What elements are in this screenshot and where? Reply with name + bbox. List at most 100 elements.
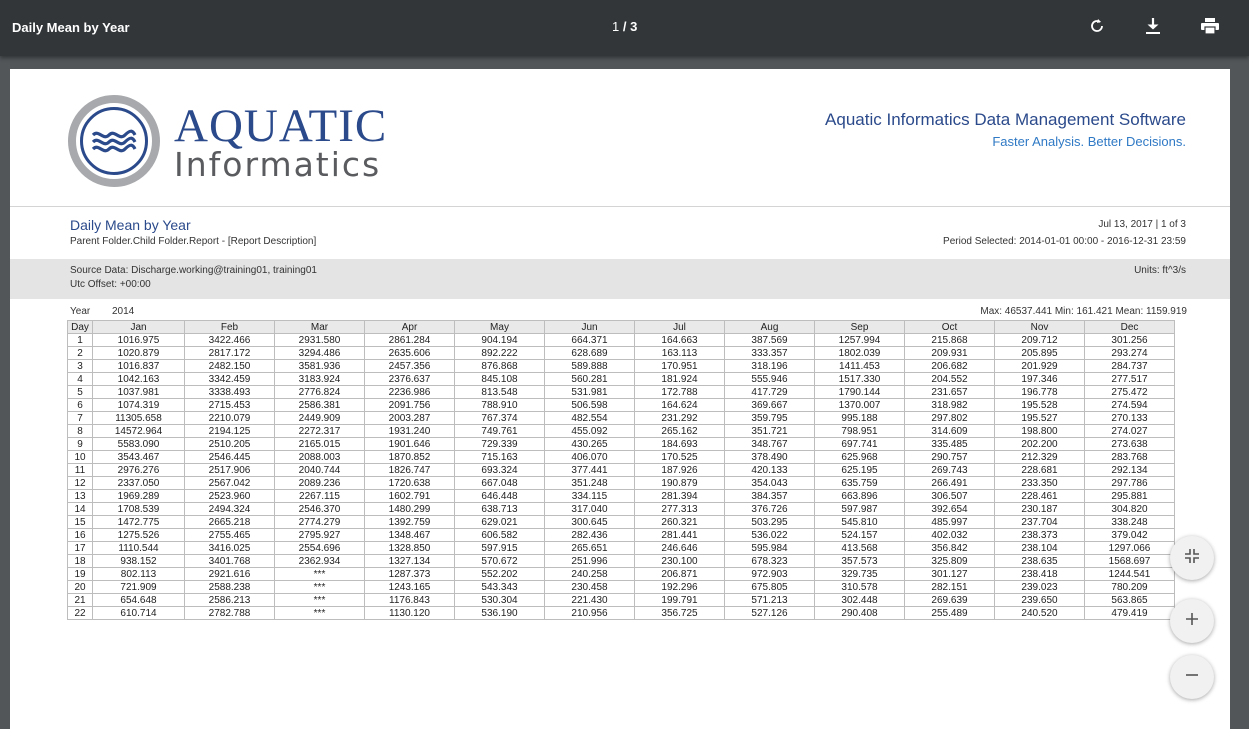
- value-cell: 571.213: [724, 593, 815, 607]
- value-cell: 2267.115: [274, 489, 365, 503]
- value-cell: 1244.541: [1084, 567, 1175, 581]
- value-cell: 206.871: [634, 567, 725, 581]
- year-value: 2014: [112, 306, 135, 317]
- value-cell: 2337.050: [92, 476, 185, 490]
- value-cell: 664.371: [544, 333, 635, 347]
- value-cell: 2089.236: [274, 476, 365, 490]
- day-cell: 1: [67, 333, 93, 347]
- value-cell: 2861.284: [364, 333, 455, 347]
- value-cell: 196.778: [994, 385, 1085, 399]
- value-cell: 221.430: [544, 593, 635, 607]
- value-cell: 197.346: [994, 372, 1085, 386]
- value-cell: 273.638: [1084, 437, 1175, 451]
- value-cell: 1568.697: [1084, 554, 1175, 568]
- value-cell: 265.651: [544, 541, 635, 555]
- value-cell: 1275.526: [92, 528, 185, 542]
- day-cell: 3: [67, 359, 93, 373]
- value-cell: 274.027: [1084, 424, 1175, 438]
- value-cell: 301.256: [1084, 333, 1175, 347]
- value-cell: 2755.465: [184, 528, 275, 542]
- day-cell: 6: [67, 398, 93, 412]
- value-cell: 2715.453: [184, 398, 275, 412]
- value-cell: 378.490: [724, 450, 815, 464]
- value-cell: 625.968: [814, 450, 905, 464]
- value-cell: 2449.909: [274, 411, 365, 425]
- table-row: 22 610.714 2782.788 *** 1130.120 536.190 210.9…: [67, 606, 1175, 620]
- column-header-jul: Jul: [634, 320, 725, 334]
- day-cell: 15: [67, 515, 93, 529]
- value-cell: ***: [274, 606, 365, 620]
- value-cell: 2003.287: [364, 411, 455, 425]
- report-title: Daily Mean by Year: [70, 217, 191, 233]
- value-cell: 195.528: [994, 398, 1085, 412]
- value-cell: 845.108: [454, 372, 545, 386]
- value-cell: 1176.843: [364, 593, 455, 607]
- column-header-sep: Sep: [814, 320, 905, 334]
- value-cell: 455.092: [544, 424, 635, 438]
- value-cell: 206.682: [904, 359, 995, 373]
- value-cell: 199.791: [634, 593, 725, 607]
- print-button[interactable]: [1196, 14, 1224, 42]
- day-cell: 12: [67, 476, 93, 490]
- column-header-jun: Jun: [544, 320, 635, 334]
- value-cell: 635.759: [814, 476, 905, 490]
- download-button[interactable]: [1139, 14, 1167, 42]
- value-cell: 230.187: [994, 502, 1085, 516]
- value-cell: 11305.658: [92, 411, 185, 425]
- value-cell: 610.714: [92, 606, 185, 620]
- value-cell: 329.735: [814, 567, 905, 581]
- table-row: 3 1016.837 2482.150 3581.936 2457.356 876.868…: [67, 359, 1175, 373]
- value-cell: 351.721: [724, 424, 815, 438]
- value-cell: 2554.696: [274, 541, 365, 555]
- value-cell: 277.517: [1084, 372, 1175, 386]
- value-cell: 938.152: [92, 554, 185, 568]
- value-cell: 209.712: [994, 333, 1085, 347]
- zoom-out-button[interactable]: [1170, 655, 1214, 699]
- zoom-in-button[interactable]: [1170, 599, 1214, 643]
- value-cell: 356.725: [634, 606, 725, 620]
- current-page[interactable]: 1: [612, 19, 619, 34]
- day-cell: 8: [67, 424, 93, 438]
- value-cell: 376.726: [724, 502, 815, 516]
- value-cell: 2795.927: [274, 528, 365, 542]
- value-cell: 1042.163: [92, 372, 185, 386]
- value-cell: 2546.445: [184, 450, 275, 464]
- value-cell: 606.582: [454, 528, 545, 542]
- value-cell: 356.842: [904, 541, 995, 555]
- value-cell: 314.609: [904, 424, 995, 438]
- value-cell: 310.578: [814, 580, 905, 594]
- day-cell: 10: [67, 450, 93, 464]
- value-cell: 780.209: [1084, 580, 1175, 594]
- day-cell: 16: [67, 528, 93, 542]
- value-cell: 275.472: [1084, 385, 1175, 399]
- wave-icon: [80, 107, 148, 175]
- value-cell: 1720.638: [364, 476, 455, 490]
- value-cell: 1802.039: [814, 346, 905, 360]
- value-cell: 300.645: [544, 515, 635, 529]
- value-cell: 292.134: [1084, 463, 1175, 477]
- value-cell: 384.357: [724, 489, 815, 503]
- value-cell: 2774.279: [274, 515, 365, 529]
- value-cell: 190.879: [634, 476, 725, 490]
- value-cell: 2194.125: [184, 424, 275, 438]
- value-cell: 2165.015: [274, 437, 365, 451]
- column-header-may: May: [454, 320, 545, 334]
- rotate-button[interactable]: [1083, 14, 1111, 42]
- rotate-icon: [1088, 17, 1106, 40]
- value-cell: 1037.981: [92, 385, 185, 399]
- value-cell: 290.408: [814, 606, 905, 620]
- value-cell: 2210.079: [184, 411, 275, 425]
- fit-page-button[interactable]: [1170, 536, 1214, 580]
- value-cell: 348.767: [724, 437, 815, 451]
- value-cell: 164.663: [634, 333, 725, 347]
- year-label: Year: [70, 306, 91, 317]
- value-cell: 2510.205: [184, 437, 275, 451]
- value-cell: 1243.165: [364, 580, 455, 594]
- value-cell: 237.704: [994, 515, 1085, 529]
- value-cell: 260.321: [634, 515, 725, 529]
- source-data: Source Data: Discharge.working@training0…: [70, 265, 317, 276]
- company-header: Aquatic Informatics Data Management Soft…: [825, 110, 1186, 149]
- value-cell: 2236.986: [364, 385, 455, 399]
- value-cell: 1411.453: [814, 359, 905, 373]
- value-cell: 14572.964: [92, 424, 185, 438]
